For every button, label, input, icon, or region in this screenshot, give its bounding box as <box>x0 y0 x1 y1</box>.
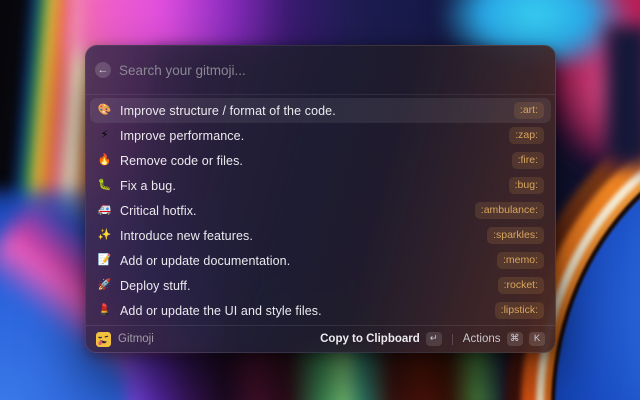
gitmoji-description: Introduce new features. <box>120 229 487 243</box>
gitmoji-code-badge: :sparkles: <box>487 227 544 244</box>
gitmoji-code-badge: :ambulance: <box>475 202 544 219</box>
gitmoji-launcher-window: ← 🎨 Improve structure / format of the co… <box>85 45 556 353</box>
gitmoji-emoji-icon: 📝 <box>97 255 112 266</box>
gitmoji-description: Fix a bug. <box>120 179 509 193</box>
k-key-badge: K <box>529 332 545 345</box>
gitmoji-list-item[interactable]: ⚡ Improve performance. :zap: <box>90 123 551 148</box>
gitmoji-list-item[interactable]: 🔥 Remove code or files. :fire: <box>90 148 551 173</box>
gitmoji-emoji-icon: 🚀 <box>97 280 112 291</box>
desktop: ← 🎨 Improve structure / format of the co… <box>0 0 640 400</box>
status-bar: Gitmoji Copy to Clipboard ↵ Actions ⌘ K <box>86 325 555 352</box>
gitmoji-code-badge: :rocket: <box>498 277 544 294</box>
gitmoji-emoji-icon: ✨ <box>97 230 112 241</box>
primary-action-label: Copy to Clipboard <box>320 333 420 345</box>
actions-button[interactable]: Actions ⌘ K <box>463 332 545 345</box>
footer-separator <box>452 334 453 345</box>
gitmoji-emoji-icon: 🐛 <box>97 180 112 191</box>
gitmoji-description: Improve structure / format of the code. <box>120 104 514 118</box>
gitmoji-emoji-icon: 🚑 <box>97 205 112 216</box>
cmd-key-badge: ⌘ <box>507 332 524 345</box>
gitmoji-emoji-icon: 💄 <box>97 305 112 316</box>
gitmoji-description: Improve performance. <box>120 129 509 143</box>
gitmoji-code-badge: :zap: <box>509 127 544 144</box>
gitmoji-code-badge: :fire: <box>512 152 544 169</box>
gitmoji-logo-icon <box>96 332 111 347</box>
gitmoji-code-badge: :bug: <box>509 177 544 194</box>
gitmoji-list-item[interactable]: 🎨 Improve structure / format of the code… <box>90 98 551 123</box>
gitmoji-code-badge: :memo: <box>497 252 544 269</box>
app-name: Gitmoji <box>118 333 154 345</box>
gitmoji-list-item[interactable]: ✨ Introduce new features. :sparkles: <box>90 223 551 248</box>
gitmoji-description: Add or update the UI and style files. <box>120 304 495 318</box>
search-input[interactable] <box>117 62 546 79</box>
gitmoji-emoji-icon: 🎨 <box>97 105 112 116</box>
back-arrow-icon: ← <box>98 62 109 78</box>
gitmoji-list-item[interactable]: 🚑 Critical hotfix. :ambulance: <box>90 198 551 223</box>
gitmoji-list-item[interactable]: 🚀 Deploy stuff. :rocket: <box>90 273 551 298</box>
gitmoji-list-item[interactable]: 💄 Add or update the UI and style files. … <box>90 298 551 323</box>
back-button[interactable]: ← <box>95 62 111 78</box>
gitmoji-code-badge: :lipstick: <box>495 302 544 319</box>
gitmoji-description: Deploy stuff. <box>120 279 498 293</box>
gitmoji-code-badge: :art: <box>514 102 544 119</box>
gitmoji-description: Critical hotfix. <box>120 204 475 218</box>
gitmoji-emoji-icon: ⚡ <box>97 130 112 141</box>
enter-key-badge: ↵ <box>426 332 442 345</box>
gitmoji-list: 🎨 Improve structure / format of the code… <box>86 95 555 325</box>
gitmoji-description: Add or update documentation. <box>120 254 497 268</box>
search-bar: ← <box>86 46 555 94</box>
gitmoji-emoji-icon: 🔥 <box>97 155 112 166</box>
gitmoji-list-item[interactable]: 📝 Add or update documentation. :memo: <box>90 248 551 273</box>
copy-to-clipboard-button[interactable]: Copy to Clipboard ↵ <box>320 332 442 345</box>
gitmoji-list-item[interactable]: 🐛 Fix a bug. :bug: <box>90 173 551 198</box>
gitmoji-description: Remove code or files. <box>120 154 512 168</box>
actions-label: Actions <box>463 333 501 345</box>
